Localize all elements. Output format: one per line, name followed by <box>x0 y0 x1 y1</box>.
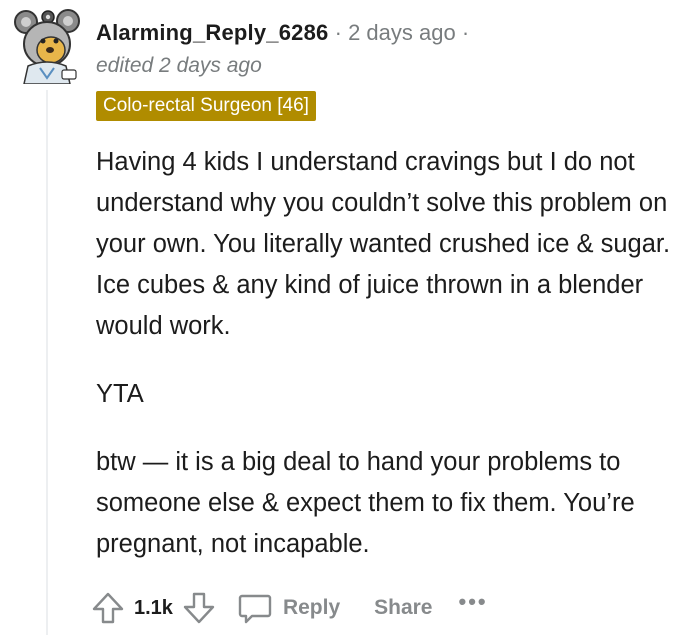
reply-label: Reply <box>282 596 341 619</box>
koala-avatar-icon <box>14 9 80 85</box>
comment: Alarming_Reply_6286 · 2 days ago · edite… <box>0 0 700 635</box>
comment-timestamp[interactable]: 2 days ago <box>348 20 456 45</box>
vote-count: 1.1k <box>134 596 173 619</box>
edited-label: edited 2 days ago <box>96 54 262 77</box>
reply-button[interactable]: Reply <box>237 590 340 626</box>
comment-paragraph: Having 4 kids I understand cravings but … <box>96 148 671 340</box>
share-button[interactable]: Share <box>374 596 432 620</box>
thread-line[interactable] <box>46 90 48 635</box>
separator-dot: · <box>334 20 342 45</box>
comment-header: Alarming_Reply_6286 · 2 days ago · <box>96 18 469 48</box>
speech-bubble-icon <box>238 594 272 624</box>
upvote-button[interactable] <box>90 590 126 626</box>
comment-paragraph: YTA <box>96 380 144 408</box>
author-username[interactable]: Alarming_Reply_6286 <box>96 20 328 45</box>
comment-actions: 1.1k Reply Share ••• <box>90 588 488 628</box>
comment-paragraph: btw — it is a big deal to hand your prob… <box>96 448 635 558</box>
arrow-down-icon <box>183 592 215 624</box>
comment-body: Having 4 kids I understand cravings but … <box>96 142 686 592</box>
avatar[interactable] <box>10 8 86 85</box>
arrow-up-icon <box>92 592 124 624</box>
more-options-button[interactable]: ••• <box>459 589 488 615</box>
separator-dot: · <box>461 20 470 45</box>
user-flair: Colo-rectal Surgeon [46] <box>96 91 316 121</box>
downvote-button[interactable] <box>181 590 217 626</box>
